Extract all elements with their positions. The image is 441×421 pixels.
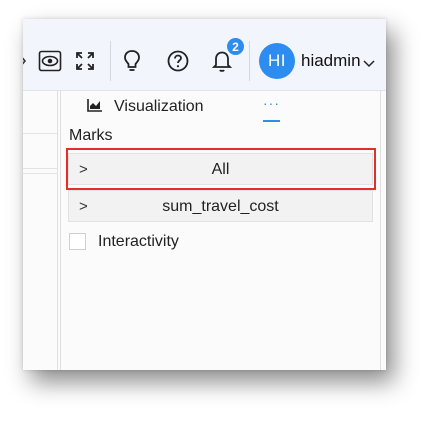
tab-visualization-label: Visualization: [114, 98, 204, 115]
divider: [23, 173, 57, 174]
help-icon[interactable]: [166, 49, 190, 73]
fullscreen-icon[interactable]: [73, 49, 97, 73]
username-label[interactable]: hiadmin: [301, 51, 361, 71]
interactivity-label[interactable]: Interactivity: [98, 233, 179, 251]
chart-icon: [87, 98, 103, 117]
divider: [23, 133, 57, 134]
highlight-box: [66, 148, 376, 190]
panel-divider: [60, 91, 61, 370]
panel-divider: [57, 91, 58, 370]
chevron-icon[interactable]: [23, 51, 29, 71]
lightbulb-icon[interactable]: [121, 48, 143, 74]
eye-icon[interactable]: [37, 49, 63, 73]
toolbar-separator: [110, 41, 111, 81]
more-options-icon[interactable]: ···: [263, 95, 280, 111]
marks-row-label: sum_travel_cost: [162, 198, 279, 215]
app-window: 2 HI hiadmin Visualization ··· Marks > A…: [23, 19, 386, 370]
left-panel-stub: [23, 91, 57, 370]
notification-badge: 2: [227, 38, 244, 55]
top-toolbar: 2 HI hiadmin: [23, 19, 386, 91]
avatar[interactable]: HI: [259, 43, 295, 79]
tab-visualization[interactable]: Visualization: [87, 97, 204, 117]
marks-row-sum-travel-cost[interactable]: > sum_travel_cost: [68, 190, 373, 222]
toolbar-separator: [249, 41, 250, 81]
panel-divider: [380, 91, 381, 370]
interactivity-checkbox[interactable]: [69, 233, 86, 250]
marks-heading: Marks: [69, 127, 113, 144]
divider: [23, 168, 57, 169]
active-tab-indicator: [263, 120, 280, 122]
dropdown-caret-icon[interactable]: [363, 55, 375, 73]
